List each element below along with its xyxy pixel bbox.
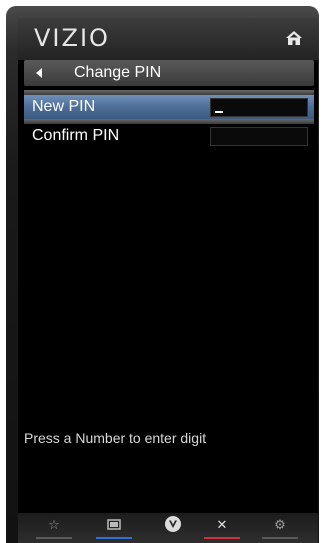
header-bar: VIZIO	[18, 18, 318, 60]
hint-text: Press a Number to enter digit	[24, 430, 207, 446]
confirm-pin-label: Confirm PIN	[32, 127, 120, 144]
gear-icon: ⚙	[274, 517, 286, 532]
home-icon[interactable]	[284, 28, 304, 48]
new-pin-row[interactable]: New PIN	[24, 95, 314, 119]
star-icon: ☆	[48, 517, 60, 532]
exit-button[interactable]: ✕	[204, 517, 240, 539]
new-pin-label: New PIN	[32, 98, 96, 115]
tv-screen: VIZIO Change PIN New PIN Confirm PIN Pre…	[18, 18, 318, 543]
close-x-icon: ✕	[216, 517, 228, 532]
widget-icon	[96, 517, 132, 534]
confirm-pin-row[interactable]: Confirm PIN	[24, 124, 314, 148]
button-underline	[262, 537, 298, 539]
vizio-v-icon[interactable]	[165, 516, 181, 532]
footer-bar: ☆ ✕ ⚙	[18, 513, 318, 543]
back-arrow-icon[interactable]	[36, 68, 42, 78]
button-underline	[36, 537, 72, 539]
confirm-pin-field[interactable]	[210, 127, 308, 146]
menu-title: Change PIN	[74, 64, 162, 81]
vizio-logo: VIZIO	[34, 24, 110, 52]
widget-button[interactable]	[96, 517, 132, 539]
button-underline	[204, 537, 240, 539]
settings-button[interactable]: ⚙	[262, 517, 298, 539]
new-pin-field[interactable]	[210, 98, 308, 117]
text-cursor	[215, 111, 223, 113]
favorites-button[interactable]: ☆	[36, 517, 72, 539]
menu-title-bar: Change PIN	[24, 60, 314, 86]
button-underline	[96, 537, 132, 539]
